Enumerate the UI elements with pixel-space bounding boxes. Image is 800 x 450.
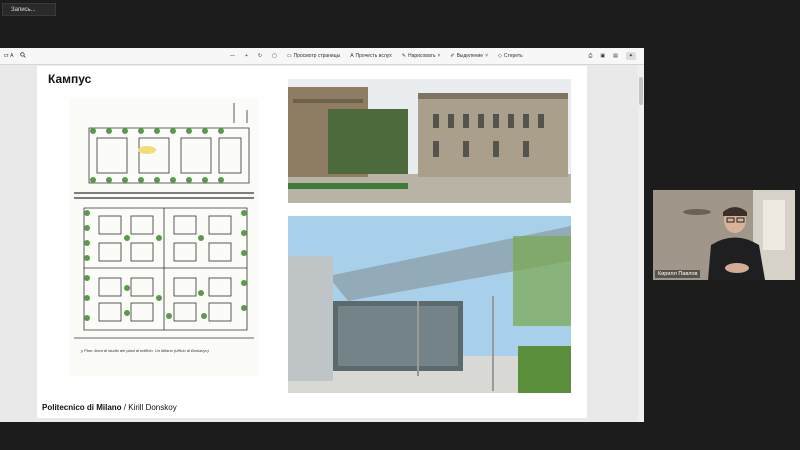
recording-indicator[interactable]: Запись...: [2, 3, 56, 16]
historic-building-photo: [288, 79, 571, 203]
campus-plan-sketch: y Plan: linea di studio dei piani di edi…: [69, 98, 259, 376]
historic-building-image: [288, 79, 571, 203]
slide-title: Кампус: [48, 72, 92, 86]
erase-button[interactable]: ◇ Стереть: [498, 53, 523, 59]
scrollbar-thumb[interactable]: [639, 77, 643, 105]
recording-label: Запись...: [11, 7, 36, 13]
modern-canopy-image: [288, 216, 571, 393]
slide-footer: Politecnico di Milano / Kirill Donskoy: [42, 403, 177, 412]
zoom-out-button[interactable]: —: [230, 53, 235, 59]
draw-button[interactable]: ✎ Нарисовать ˅: [402, 53, 441, 59]
sketch-caption: y Plan: linea di studio dei piani di edi…: [81, 348, 209, 353]
print-icon[interactable]: ⎙: [588, 53, 592, 59]
view-page-button[interactable]: ▭ Просмотр страницы: [287, 53, 340, 59]
view-page-label: Просмотр страницы: [293, 53, 341, 59]
highlight-button[interactable]: ✐ Выделение ˅: [450, 53, 488, 59]
draw-label: Нарисовать: [407, 53, 436, 59]
rotate-icon[interactable]: ↻: [258, 53, 262, 59]
footer-institution: Politecnico di Milano: [42, 403, 122, 412]
erase-label: Стереть: [503, 53, 523, 59]
viewer-toolbar: ст А — + ↻ ▢ ▭ Просмотр страницы A Проче…: [0, 48, 644, 65]
pdf-viewer: ст А — + ↻ ▢ ▭ Просмотр страницы A Проче…: [0, 48, 644, 422]
save-icon[interactable]: ▣: [600, 53, 605, 59]
vertical-scrollbar[interactable]: [638, 65, 644, 422]
modern-canopy-photo: [288, 216, 571, 393]
read-aloud-button[interactable]: A Прочесть вслух: [350, 53, 392, 59]
campus-plan-drawing: [74, 103, 254, 339]
participant-name: Кирилл Павлов: [655, 270, 701, 278]
footer-author: Kirill Donskoy: [128, 403, 177, 412]
pin-icon[interactable]: ✦: [625, 52, 636, 60]
zoom-in-button[interactable]: +: [245, 53, 248, 59]
pdf-page: Кампус y Plan: linea di studio dei piani…: [37, 66, 587, 418]
search-icon[interactable]: [19, 52, 26, 60]
fit-page-icon[interactable]: ▢: [272, 53, 277, 59]
zoom-level[interactable]: ст А: [4, 53, 14, 59]
participant-video-tile[interactable]: Кирилл Павлов: [653, 190, 795, 280]
read-aloud-label: Прочесть вслух: [355, 53, 392, 59]
participant-video: [653, 190, 795, 280]
highlight-label: Выделение: [456, 53, 484, 59]
save-as-icon[interactable]: ▤: [613, 53, 618, 59]
